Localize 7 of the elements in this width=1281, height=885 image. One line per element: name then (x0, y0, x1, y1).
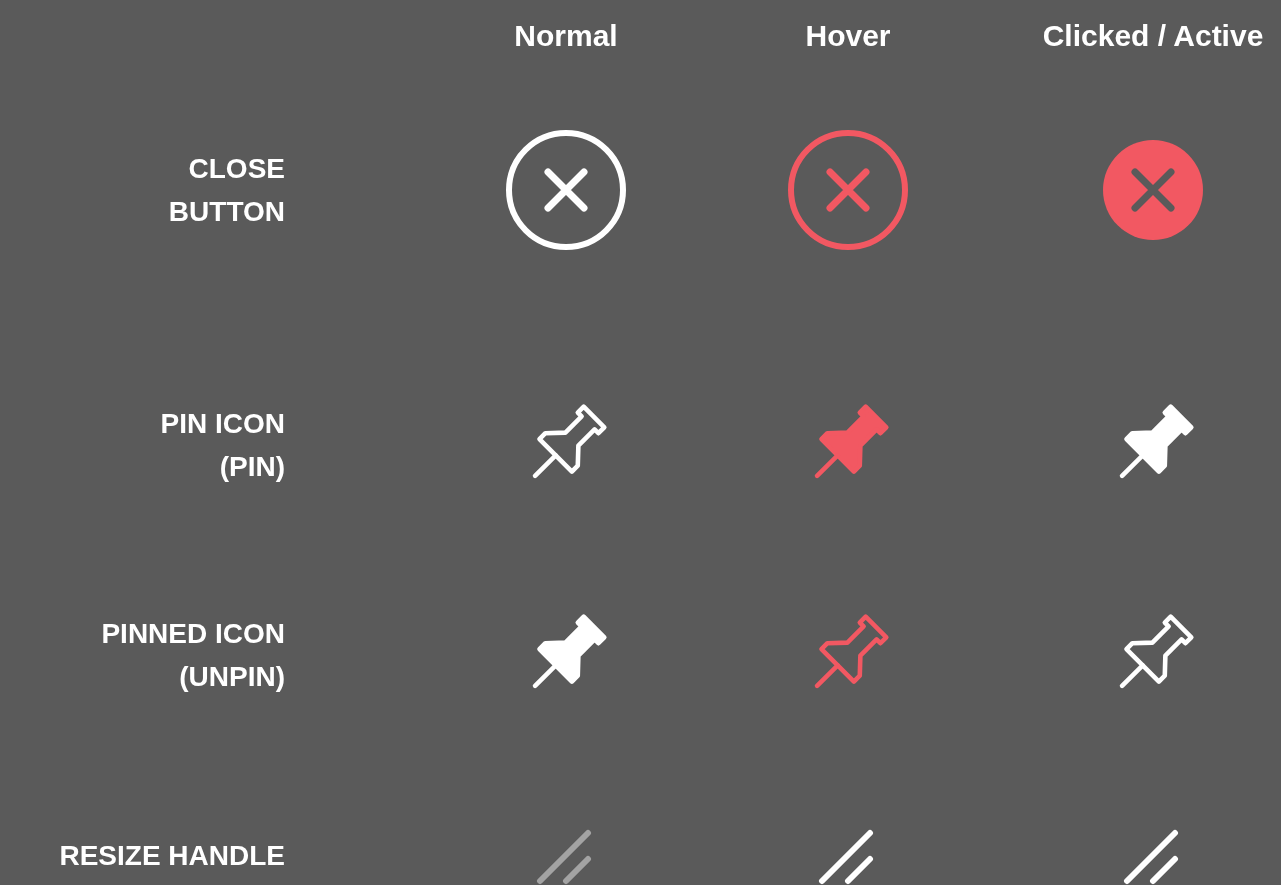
column-header: Normal (514, 17, 618, 54)
row-label: PINNED ICON (UNPIN) (101, 617, 285, 694)
row-label: CLOSE BUTTON (168, 152, 285, 229)
column-header: Clicked / Active (1042, 17, 1264, 54)
row-label: RESIZE HANDLE (59, 838, 285, 873)
row-label: PIN ICON (PIN) (160, 407, 285, 484)
column-header: Hover (805, 17, 891, 54)
